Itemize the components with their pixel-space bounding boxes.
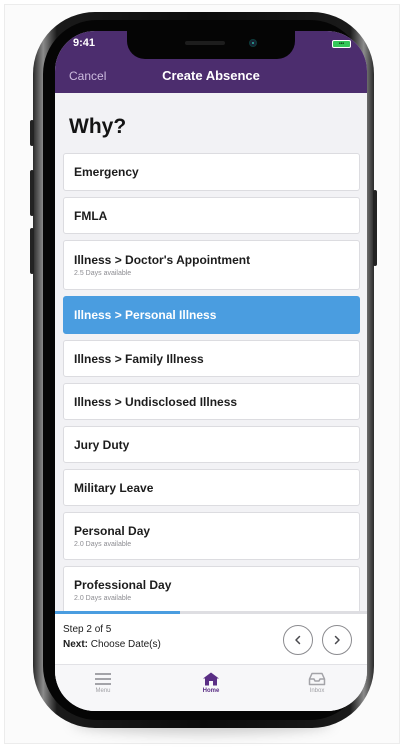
reason-availability: 2.0 Days available (74, 595, 132, 602)
tab-label: Menu (95, 688, 111, 694)
next-step: Next: Choose Date(s) (63, 639, 161, 650)
reason-label: FMLA (74, 208, 108, 223)
reason-label: Illness > Family Illness (74, 351, 204, 366)
reason-availability: 2.5 Days available (74, 270, 132, 277)
menu-icon (95, 673, 111, 685)
tab-label: Inbox (309, 688, 325, 694)
content-area[interactable]: Why? Emergency FMLA Illness > Doctor's A… (55, 93, 367, 611)
page-heading: Why? (69, 115, 127, 138)
notch (127, 31, 295, 59)
reason-label: Illness > Doctor's Appointment (74, 253, 251, 267)
reason-item-doctors-appointment[interactable]: Illness > Doctor's Appointment 2.5 Days … (63, 240, 360, 290)
reason-label: Emergency (74, 165, 139, 179)
status-time: 9:41 (73, 37, 96, 49)
step-panel: Step 2 of 5 Next: Choose Date(s) (55, 614, 367, 664)
next-step-button[interactable] (322, 625, 352, 655)
home-icon (203, 672, 219, 686)
navigation-bar: 9:41 ••• Cancel Create Absence (55, 31, 367, 93)
speaker-grille (185, 41, 225, 45)
power-button (373, 190, 377, 266)
reason-item-fmla[interactable]: FMLA (63, 197, 360, 234)
volume-down-button (30, 228, 34, 274)
reason-label: Illness > Personal Illness (74, 308, 217, 322)
page-title: Create Absence (162, 68, 260, 83)
reason-label: Illness > Undisclosed Illness (74, 394, 238, 409)
step-count: Step 2 of 5 (63, 624, 112, 635)
reason-label: Military Leave (74, 480, 154, 495)
next-step-label: Next: (63, 639, 89, 650)
next-step-value: Choose Date(s) (90, 639, 161, 650)
reason-availability: 2.0 Days available (74, 541, 132, 548)
reason-item-personal-illness[interactable]: Illness > Personal Illness (63, 296, 360, 334)
tab-inbox[interactable]: Inbox (287, 672, 347, 694)
reason-list: Emergency FMLA Illness > Doctor's Appoin… (63, 153, 360, 611)
inbox-icon (308, 672, 326, 686)
tab-menu[interactable]: Menu (73, 672, 133, 694)
previous-step-button[interactable] (283, 625, 313, 655)
reason-label: Professional Day (74, 578, 172, 592)
camera-icon (249, 39, 257, 47)
reason-label: Personal Day (74, 524, 151, 538)
reason-item-personal-day[interactable]: Personal Day 2.0 Days available (63, 512, 360, 560)
reason-item-military-leave[interactable]: Military Leave (63, 469, 360, 506)
silent-switch (30, 120, 34, 146)
tab-bar: Menu Home Inbox (55, 664, 367, 711)
reason-item-professional-day[interactable]: Professional Day 2.0 Days available (63, 566, 360, 611)
reason-item-family-illness[interactable]: Illness > Family Illness (63, 340, 360, 377)
phone-screen: 9:41 ••• Cancel Create Absence Why? Emer… (55, 31, 367, 711)
chevron-right-icon (334, 635, 340, 645)
volume-up-button (30, 170, 34, 216)
chevron-left-icon (295, 635, 301, 645)
tab-label: Home (202, 688, 220, 694)
reason-item-emergency[interactable]: Emergency (63, 153, 360, 191)
reason-item-undisclosed-illness[interactable]: Illness > Undisclosed Illness (63, 383, 360, 420)
battery-icon: ••• (332, 40, 351, 48)
reason-item-jury-duty[interactable]: Jury Duty (63, 426, 360, 463)
tab-home[interactable]: Home (181, 672, 241, 694)
reason-label: Jury Duty (74, 437, 130, 452)
